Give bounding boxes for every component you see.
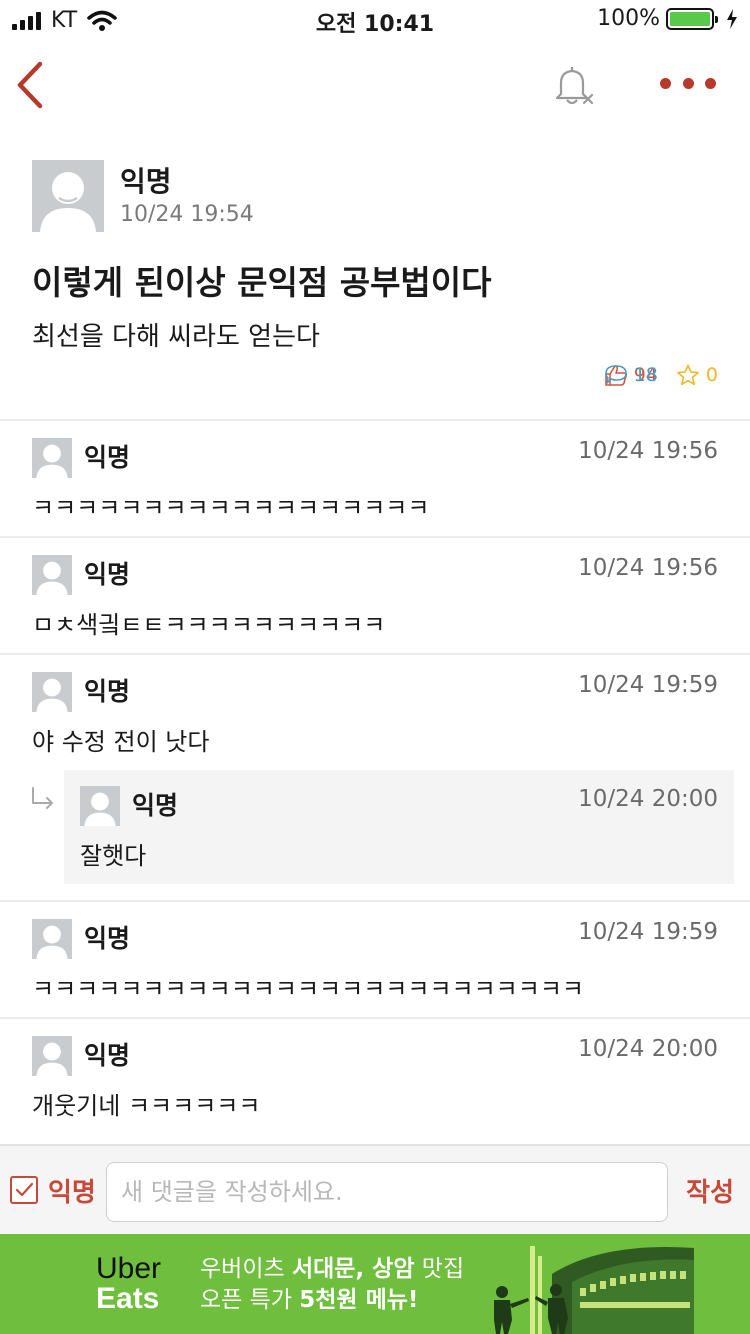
ad-line-1: 우버이츠 서대문, 상암 맛집	[200, 1254, 464, 1285]
more-dot	[660, 77, 671, 89]
comment-count: 18	[604, 364, 750, 386]
logo-line-uber: Uber	[96, 1252, 162, 1285]
comment-text: 야 수정 전이 낫다	[32, 728, 210, 756]
nav-bar	[0, 40, 750, 130]
notification-toggle-button[interactable]	[552, 64, 596, 108]
post: 익명 10/24 19:54 이렇게 된이상 문익점 공부법이다 최선을 다해 …	[0, 160, 750, 420]
comment-input[interactable]	[106, 1162, 668, 1222]
speech-bubble-icon	[604, 365, 627, 384]
reply-item: 익명 10/24 20:00 잘햇다	[64, 770, 734, 884]
comment-time: 10/24 19:59	[578, 672, 718, 698]
default-avatar-icon	[36, 444, 68, 478]
checkmark-icon	[15, 1182, 34, 1197]
default-avatar-icon	[36, 1042, 68, 1076]
divider	[0, 536, 750, 538]
comment-text: ㅋㅋㅋㅋㅋㅋㅋㅋㅋㅋㅋㅋㅋㅋㅋㅋㅋㅋ	[32, 494, 430, 522]
ad-line-2: 오픈 특가 5천원 메뉴!	[200, 1285, 464, 1316]
comment-author: 익명	[84, 1041, 131, 1070]
logo-line-eats: Eats	[96, 1282, 160, 1315]
divider	[0, 1017, 750, 1019]
status-bar: KT 오전 10:41 100%	[0, 0, 750, 40]
submit-comment-button[interactable]: 작성	[686, 1172, 734, 1209]
comment-text: 개웃기네 ㅋㅋㅋㅋㅋㅋ	[32, 1092, 261, 1120]
ad-line-1-lead: 우버이츠	[200, 1256, 292, 1282]
divider	[0, 653, 750, 655]
reply-author: 익명	[132, 791, 179, 820]
ad-banner[interactable]: Uber Eats 우버이츠 서대문, 상암 맛집 오픈 특가 5천원 메뉴!	[0, 1234, 750, 1334]
ad-line-1-highlight: 서대문, 상암	[291, 1256, 415, 1282]
post-title: 이렇게 된이상 문익점 공부법이다	[32, 263, 492, 302]
comment-author: 익명	[84, 443, 131, 472]
ad-line-1-tail: 맛집	[414, 1256, 465, 1282]
avatar	[32, 1036, 72, 1076]
charging-icon	[727, 8, 737, 29]
ad-copy: 우버이츠 서대문, 상암 맛집 오픈 특가 5천원 메뉴!	[200, 1254, 464, 1316]
ad-line-2-lead: 오픈 특가	[200, 1287, 300, 1313]
post-time: 10/24 19:54	[120, 202, 254, 227]
default-avatar-icon	[40, 172, 96, 232]
comment-compose-bar: 익명 작성	[0, 1144, 750, 1234]
comment-time: 10/24 19:56	[578, 555, 718, 581]
battery-icon	[666, 7, 718, 30]
post-stats: 94 18 0	[604, 364, 718, 386]
battery-percent: 100%	[597, 6, 660, 31]
comment-time: 10/24 20:00	[578, 1036, 718, 1062]
anonymous-label[interactable]: 익명	[48, 1172, 96, 1209]
post-author: 익명	[120, 165, 172, 198]
more-dot	[682, 77, 694, 89]
default-avatar-icon	[84, 792, 116, 826]
avatar	[80, 786, 120, 826]
comment-author: 익명	[84, 560, 131, 589]
comment-count-value: 18	[633, 364, 658, 386]
comment-author: 익명	[84, 924, 131, 953]
avatar	[32, 919, 72, 959]
default-avatar-icon	[36, 561, 68, 595]
comment-author: 익명	[84, 677, 131, 706]
avatar	[32, 438, 72, 478]
comment-time: 10/24 19:59	[578, 919, 718, 945]
more-dot	[705, 77, 716, 89]
more-options-button[interactable]	[660, 70, 716, 96]
default-avatar-icon	[36, 925, 68, 959]
reply-time: 10/24 20:00	[578, 786, 718, 812]
comment-text: ㅋㅋㅋㅋㅋㅋㅋㅋㅋㅋㅋㅋㅋㅋㅋㅋㅋㅋㅋㅋㅋㅋㅋㅋㅋ	[32, 975, 584, 1003]
anonymous-checkbox[interactable]	[10, 1176, 38, 1204]
comment-text: ㅁㅊ색긬ㅌㅌㅋㅋㅋㅋㅋㅋㅋㅋㅋㅋ	[32, 611, 386, 639]
post-body: 최선을 다해 씨라도 얻는다	[32, 322, 320, 352]
bell-off-icon	[555, 67, 594, 105]
back-button[interactable]	[14, 60, 50, 110]
chevron-left-icon	[17, 61, 43, 109]
ad-illustration	[494, 1246, 694, 1334]
divider	[0, 900, 750, 902]
avatar	[32, 672, 72, 712]
reply-text: 잘햇다	[80, 842, 147, 870]
status-right: 100%	[597, 6, 738, 31]
uber-eats-logo: Uber Eats	[96, 1254, 161, 1314]
default-avatar-icon	[36, 678, 68, 712]
avatar	[32, 555, 72, 595]
ad-line-2-highlight: 5천원 메뉴!	[299, 1287, 419, 1313]
avatar	[32, 160, 104, 232]
comment-time: 10/24 19:56	[578, 438, 718, 464]
divider	[0, 419, 750, 421]
reply-arrow-icon	[32, 787, 53, 809]
